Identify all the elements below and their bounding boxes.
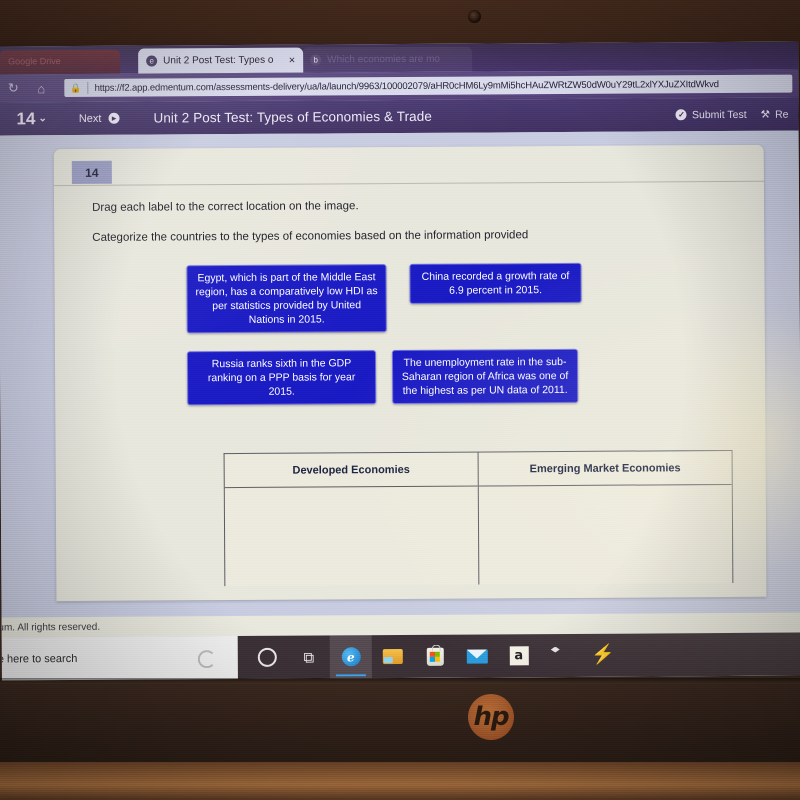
tab-favicon-icon: e [146, 55, 158, 67]
draggable-label-tray: Egypt, which is part of the Middle East … [54, 262, 765, 441]
windows-taskbar: e here to search ⧉ e a ⚡ [0, 632, 800, 681]
browser-tab-active[interactable]: e Unit 2 Post Test: Types o × [138, 47, 304, 74]
question-number-selector[interactable]: 14 ⌄ [16, 109, 46, 129]
wrench-icon: ⚒ [760, 108, 771, 121]
header-actions: ✓ Submit Test ⚒ Re [675, 108, 791, 121]
drag-label[interactable]: The unemployment rate in the sub-Saharan… [391, 348, 579, 405]
assessment-header: 14 ⌄ Next ▸ Unit 2 Post Test: Types of E… [0, 97, 799, 136]
next-label: Next [78, 112, 102, 125]
background-tab-partial[interactable]: Google Drive [0, 49, 121, 75]
tab-title: Which economies are mo [327, 53, 441, 66]
laptop-screen: Google Drive e Unit 2 Post Test: Types o… [0, 41, 800, 681]
dropbox-icon[interactable] [540, 634, 582, 677]
chevron-down-icon: ⌄ [38, 113, 47, 125]
reload-icon[interactable]: ↻ [4, 80, 22, 96]
question-instruction: Drag each label to the correct location … [92, 200, 359, 214]
url-text: https://f2.app.edmentum.com/assessments-… [94, 78, 719, 94]
microsoft-store-icon[interactable] [414, 635, 456, 678]
tools-label: Re [775, 108, 789, 121]
home-icon[interactable]: ⌂ [32, 81, 50, 96]
taskbar-search-box[interactable]: e here to search [0, 636, 238, 680]
task-view-icon[interactable]: ⧉ [288, 635, 330, 678]
address-divider [87, 81, 89, 94]
question-number-value: 14 [16, 108, 36, 128]
web-content-viewport: 14 Drag each label to the correct locati… [0, 130, 800, 638]
arrow-right-icon: ▸ [108, 112, 120, 124]
question-card: 14 Drag each label to the correct locati… [53, 144, 767, 602]
hp-logo: hp [468, 694, 514, 740]
laptop-deck-edge [0, 762, 800, 800]
tab-title: Unit 2 Post Test: Types o [163, 54, 274, 67]
column-header: Emerging Market Economies [478, 450, 732, 487]
drag-label[interactable]: Egypt, which is part of the Middle East … [186, 264, 387, 334]
column-header: Developed Economies [224, 452, 478, 489]
next-button[interactable]: Next ▸ [79, 112, 120, 124]
lightning-icon[interactable]: ⚡ [582, 634, 624, 677]
categorization-table: Developed Economies Emerging Market Econ… [223, 449, 734, 587]
file-explorer-icon[interactable] [372, 635, 414, 678]
lock-icon: 🔒 [70, 82, 82, 93]
tools-button[interactable]: ⚒ Re [761, 108, 789, 120]
tab-favicon-icon: b [310, 54, 322, 66]
submit-test-button[interactable]: ✓ Submit Test [675, 108, 747, 121]
question-prompt: Categorize the countries to the types of… [92, 229, 529, 244]
submit-test-label: Submit Test [691, 108, 747, 121]
page-title: Unit 2 Post Test: Types of Economies & T… [153, 108, 433, 126]
address-bar[interactable]: 🔒 https://f2.app.edmentum.com/assessment… [64, 74, 793, 98]
taskbar-icon-row: ⧉ e a ⚡ [237, 632, 800, 679]
drag-label[interactable]: China recorded a growth rate of 6.9 perc… [409, 262, 582, 304]
close-icon[interactable]: × [289, 54, 296, 66]
drop-column-emerging[interactable]: Emerging Market Economies [477, 450, 733, 585]
edge-icon[interactable]: e [329, 635, 372, 679]
mail-icon[interactable] [456, 634, 498, 677]
copyright-text: tum. All rights reserved. [0, 621, 101, 633]
cortana-ring-icon [197, 650, 216, 669]
laptop-hinge [0, 678, 800, 684]
webcam-icon [468, 10, 481, 23]
question-badge-row: 14 [53, 156, 764, 187]
laptop-photo: Google Drive e Unit 2 Post Test: Types o… [0, 0, 800, 800]
amazon-icon[interactable]: a [498, 634, 540, 677]
search-placeholder-text: e here to search [0, 652, 78, 665]
cortana-icon[interactable] [246, 636, 288, 679]
question-badge: 14 [71, 160, 112, 185]
drag-label[interactable]: Russia ranks sixth in the GDP ranking on… [186, 350, 377, 406]
drop-column-developed[interactable]: Developed Economies [224, 452, 479, 587]
browser-tab-inactive[interactable]: b Which economies are mo [302, 46, 473, 73]
check-circle-icon: ✓ [675, 109, 688, 121]
browser-address-toolbar: ↻ ⌂ 🔒 https://f2.app.edmentum.com/assess… [0, 69, 799, 103]
